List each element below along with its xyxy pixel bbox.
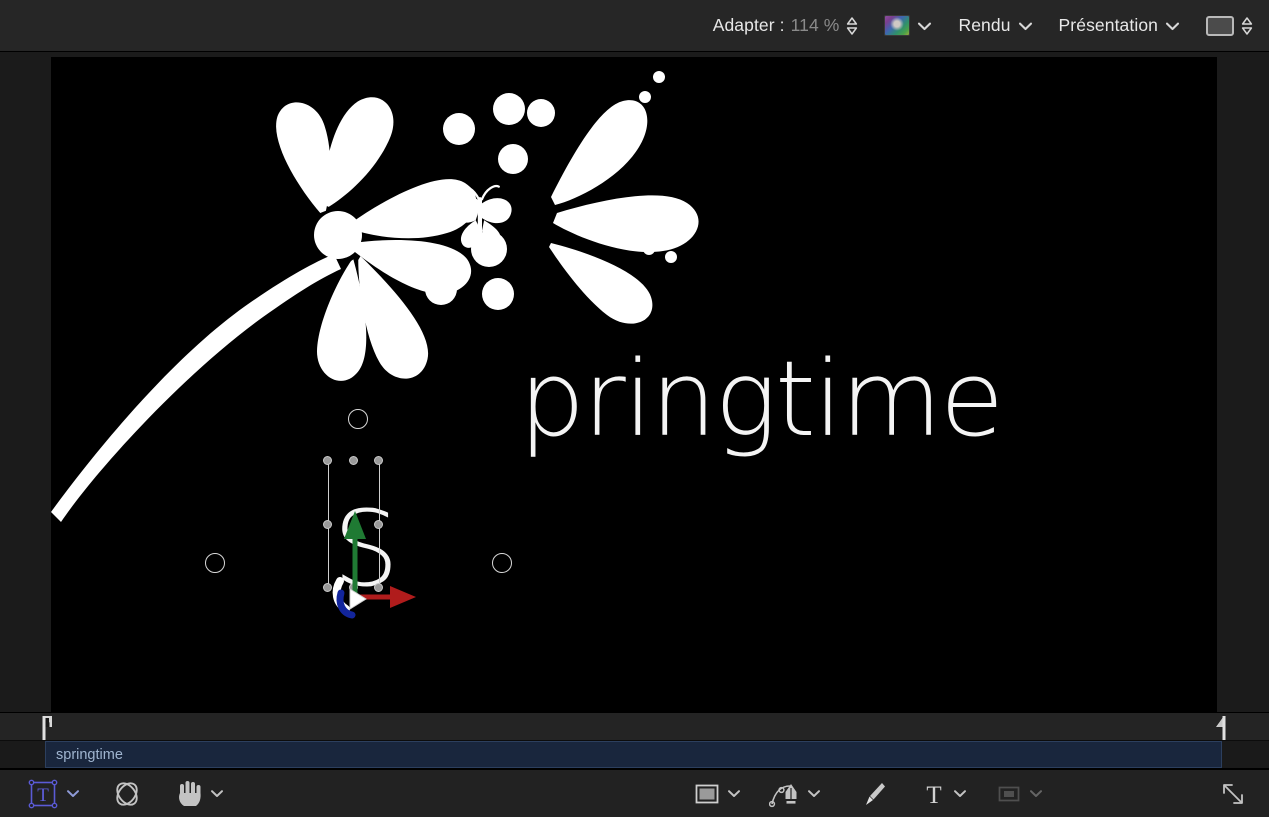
shape-tool-chevron[interactable] (721, 770, 747, 817)
canvas-area[interactable]: pringtime S (0, 52, 1269, 712)
chevron-down-icon[interactable] (1165, 21, 1180, 31)
handle-bottom-left[interactable] (323, 583, 332, 592)
transform-gizmo[interactable] (338, 497, 468, 637)
display-stepper-icon[interactable] (1241, 15, 1253, 37)
chevron-down-icon[interactable] (1018, 21, 1033, 31)
chevron-down-icon[interactable] (917, 21, 932, 31)
hand-pan-tool[interactable] (176, 770, 204, 817)
timeline-clip[interactable]: springtime (45, 741, 1222, 768)
y-axis-arrow (344, 511, 366, 597)
top-bar: Adapter : 114 % Rendu Présentation (0, 0, 1269, 52)
mask-tool-chevron[interactable] (1023, 770, 1049, 817)
render-label: Rendu (958, 15, 1010, 36)
color-wheel-swatch-icon[interactable] (884, 15, 910, 36)
display-control[interactable] (1206, 0, 1253, 52)
resize-view-button[interactable] (1219, 770, 1269, 817)
shape-tool[interactable] (693, 770, 721, 817)
handle-top-right[interactable] (374, 456, 383, 465)
x-axis-arrow (360, 586, 416, 608)
color-swatch-control[interactable] (884, 0, 932, 52)
render-menu[interactable]: Rendu (958, 0, 1032, 52)
guide-circle-top[interactable] (348, 409, 368, 429)
paint-stroke-tool[interactable] (859, 770, 887, 817)
zoom-control[interactable]: Adapter : 114 % (713, 0, 859, 52)
view-menu[interactable]: Présentation (1059, 0, 1180, 52)
bottom-toolbar: T (0, 769, 1269, 817)
text-tool[interactable]: T (921, 770, 947, 817)
view-label: Présentation (1059, 15, 1158, 36)
guide-circle-right[interactable] (492, 553, 512, 573)
rotate-handle (337, 581, 366, 615)
svg-text:T: T (926, 782, 941, 808)
selection-bounding-box[interactable] (328, 461, 380, 589)
display-rectangle-icon[interactable] (1206, 16, 1234, 36)
timeline-track-row[interactable]: springtime (0, 741, 1269, 769)
text-tool-chevron[interactable] (947, 770, 973, 817)
mask-tool[interactable] (995, 770, 1023, 817)
3d-transform-tool[interactable] (112, 770, 142, 817)
bezier-pen-tool-chevron[interactable] (801, 770, 827, 817)
clip-label: springtime (56, 747, 123, 763)
svg-text:T: T (37, 785, 49, 806)
hand-pan-tool-chevron[interactable] (204, 770, 230, 817)
zoom-value: 114 % (791, 15, 840, 36)
zoom-stepper-icon[interactable] (846, 15, 858, 37)
composition-canvas[interactable]: pringtime S (51, 57, 1217, 712)
handle-middle-left[interactable] (323, 520, 332, 529)
title-text[interactable]: pringtime (519, 347, 1002, 451)
handle-top-center[interactable] (349, 456, 358, 465)
bezier-pen-tool[interactable] (769, 770, 801, 817)
text-select-tool-chevron[interactable] (60, 770, 86, 817)
guide-circle-left[interactable] (205, 553, 225, 573)
timeline-ruler[interactable] (0, 712, 1269, 741)
zoom-label: Adapter : (713, 15, 785, 36)
text-select-tool[interactable]: T (26, 770, 60, 817)
handle-top-left[interactable] (323, 456, 332, 465)
